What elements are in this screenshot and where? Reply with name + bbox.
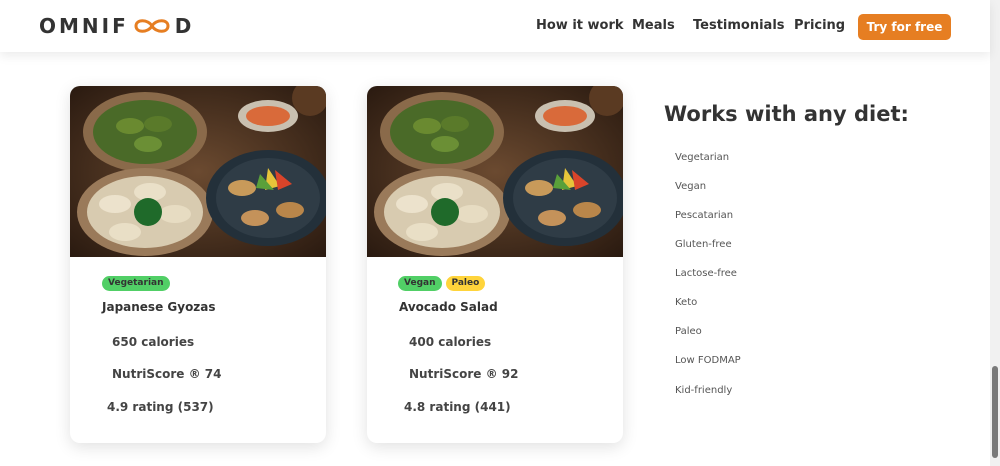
- meal-rating: 4.9 rating (537): [107, 400, 214, 414]
- try-for-free-button[interactable]: Try for free: [858, 14, 951, 40]
- meal-nutriscore: NutriScore ® 92: [409, 367, 519, 381]
- diet-tag-vegan: Vegan: [398, 276, 442, 291]
- diet-list-item: Paleo: [675, 326, 702, 337]
- meal-calories: 400 calories: [409, 335, 492, 349]
- infinity-icon: [134, 19, 170, 33]
- diet-list-title: Works with any diet:: [664, 102, 909, 126]
- nav-link-meals[interactable]: Meals: [632, 18, 675, 33]
- site-header: OMNIF D How it work Meals Testimonials P…: [0, 0, 990, 52]
- nav-link-how-it-works[interactable]: How it work: [536, 18, 624, 33]
- logo-text-left: OMNIF: [39, 14, 129, 38]
- diet-list-item: Gluten-free: [675, 239, 732, 250]
- diet-list-item: Kid-friendly: [675, 385, 733, 396]
- diet-list-item: Pescatarian: [675, 210, 734, 221]
- diet-tag-vegetarian: Vegetarian: [102, 276, 170, 291]
- scrollbar-thumb[interactable]: [992, 366, 998, 458]
- meal-calories: 650 calories: [112, 335, 195, 349]
- meal-photo-dumplings: [367, 86, 623, 257]
- nav-link-pricing[interactable]: Pricing: [794, 18, 845, 33]
- meal-photo-dumplings: [70, 86, 326, 257]
- logo-text-right: D: [174, 14, 195, 38]
- meal-title: Avocado Salad: [399, 300, 498, 314]
- meal-card-gyozas[interactable]: Vegetarian Japanese Gyozas 650 calories …: [70, 86, 326, 443]
- omnifood-logo[interactable]: OMNIF D: [39, 13, 194, 39]
- diet-list-item: Low FODMAP: [675, 355, 741, 366]
- diet-list-item: Keto: [675, 297, 698, 308]
- nav-link-testimonials[interactable]: Testimonials: [693, 18, 785, 33]
- diet-list-item: Vegetarian: [675, 152, 730, 163]
- page-scrollbar[interactable]: [990, 0, 1000, 466]
- meal-title: Japanese Gyozas: [102, 300, 216, 314]
- meal-rating: 4.8 rating (441): [404, 400, 511, 414]
- meal-nutriscore: NutriScore ® 74: [112, 367, 222, 381]
- meal-card-avocado-salad[interactable]: Vegan Paleo Avocado Salad 400 calories N…: [367, 86, 623, 443]
- diet-list-item: Vegan: [675, 181, 707, 192]
- diet-list-item: Lactose-free: [675, 268, 737, 279]
- diet-tag-paleo: Paleo: [445, 276, 486, 291]
